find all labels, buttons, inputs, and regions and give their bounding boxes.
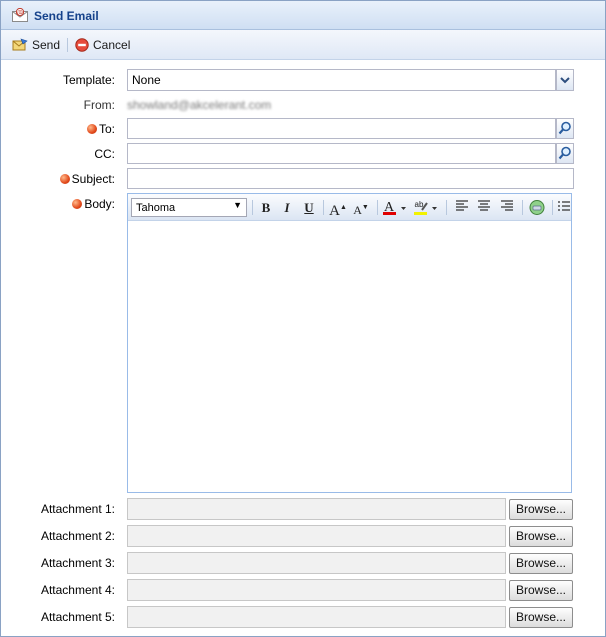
font-color-button[interactable]: A — [382, 199, 410, 216]
list-button[interactable] — [556, 199, 570, 216]
attachment-1-field[interactable] — [127, 498, 506, 520]
grow-font-icon: A▲ — [329, 203, 347, 219]
send-button[interactable]: Send — [12, 36, 60, 54]
window-title: Send Email — [34, 9, 99, 23]
send-email-window: @ Send Email Send Cancel Template: None — [0, 0, 606, 637]
required-indicator — [59, 174, 70, 184]
cancel-label: Cancel — [93, 38, 131, 52]
svg-text:@: @ — [17, 9, 23, 16]
subject-label: Subject: — [9, 172, 115, 186]
toolbar-separator — [67, 38, 68, 52]
send-icon — [12, 38, 28, 51]
align-right-button[interactable] — [498, 199, 516, 216]
editor-toolbar: Tahoma ▼ B I U A▲ A▼ A ab — [128, 194, 571, 221]
cc-field[interactable] — [127, 143, 556, 164]
body-label: Body: — [9, 197, 115, 211]
toolbar: Send Cancel — [1, 30, 605, 60]
from-label: From: — [83, 98, 115, 112]
align-center-button[interactable] — [475, 199, 493, 216]
body-editor: Tahoma ▼ B I U A▲ A▼ A ab — [127, 193, 572, 493]
search-icon — [558, 121, 571, 135]
cancel-icon — [75, 38, 89, 52]
editor-separator — [323, 200, 324, 215]
required-indicator — [86, 124, 97, 134]
required-indicator — [72, 199, 83, 209]
search-icon — [558, 146, 571, 160]
attachment-3-browse-button[interactable]: Browse... — [509, 553, 573, 574]
chevron-down-icon — [560, 77, 570, 84]
editor-separator — [446, 200, 447, 215]
attachment-4-field[interactable] — [127, 579, 506, 601]
send-label: Send — [32, 38, 61, 52]
template-value: None — [132, 73, 161, 87]
to-field[interactable] — [127, 118, 556, 139]
editor-separator — [252, 200, 253, 215]
attachment-3-field[interactable] — [127, 552, 506, 574]
font-select[interactable]: Tahoma ▼ — [131, 198, 247, 217]
editor-separator — [522, 200, 523, 215]
shrink-font-button[interactable]: A▼ — [352, 199, 370, 217]
attachment-2-field[interactable] — [127, 525, 506, 547]
list-icon — [558, 201, 570, 211]
email-icon: @ — [12, 8, 28, 22]
link-icon — [529, 200, 545, 215]
to-label: To: — [9, 122, 115, 136]
attachment-4-label: Attachment 4: — [40, 583, 115, 597]
to-lookup-button[interactable] — [556, 118, 574, 139]
align-right-icon — [501, 200, 513, 211]
align-left-button[interactable] — [453, 199, 471, 216]
font-select-value: Tahoma — [136, 202, 176, 214]
font-color-icon: A — [383, 200, 406, 215]
highlighter-icon: ab — [414, 200, 437, 215]
attachment-3-label: Attachment 3: — [40, 556, 115, 570]
chevron-down-icon: ▼ — [233, 200, 242, 210]
align-left-icon — [456, 200, 468, 211]
cancel-button[interactable]: Cancel — [75, 36, 130, 54]
bold-button[interactable]: B — [257, 199, 275, 216]
underline-button[interactable]: U — [300, 199, 318, 216]
template-select[interactable]: None — [127, 69, 556, 91]
italic-button[interactable]: I — [278, 199, 296, 216]
body-textarea[interactable] — [128, 221, 571, 492]
cc-label: CC: — [94, 147, 115, 161]
attachment-5-label: Attachment 5: — [40, 610, 115, 624]
highlight-color-button[interactable]: ab — [413, 199, 441, 216]
attachment-2-browse-button[interactable]: Browse... — [509, 526, 573, 547]
shrink-font-icon: A▼ — [353, 203, 369, 217]
template-dropdown-button[interactable] — [556, 69, 574, 91]
from-value: showland@akcelerant.com — [127, 98, 272, 112]
editor-separator — [552, 200, 553, 215]
template-label: Template: — [62, 73, 115, 87]
insert-link-button[interactable] — [528, 199, 546, 216]
attachment-4-browse-button[interactable]: Browse... — [509, 580, 573, 601]
cc-lookup-button[interactable] — [556, 143, 574, 164]
attachment-5-browse-button[interactable]: Browse... — [509, 607, 573, 628]
attachment-1-label: Attachment 1: — [40, 502, 115, 516]
attachment-1-browse-button[interactable]: Browse... — [509, 499, 573, 520]
attachment-5-field[interactable] — [127, 606, 506, 628]
editor-separator — [377, 200, 378, 215]
align-center-icon — [478, 200, 490, 211]
subject-field[interactable] — [127, 168, 574, 189]
title-bar: @ Send Email — [1, 1, 605, 30]
attachment-2-label: Attachment 2: — [40, 529, 115, 543]
grow-font-button[interactable]: A▲ — [329, 199, 347, 219]
